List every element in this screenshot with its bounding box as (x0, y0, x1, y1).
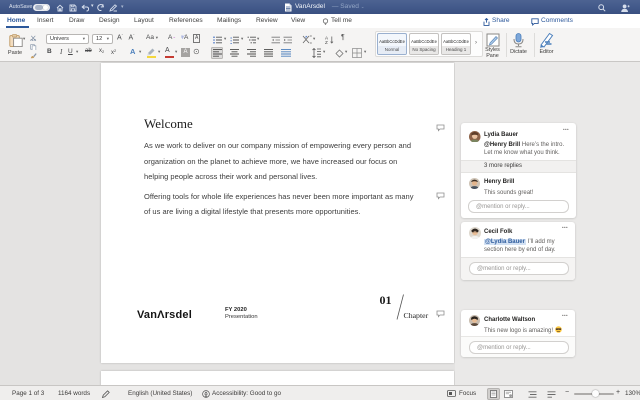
svg-text:Z: Z (325, 40, 328, 44)
